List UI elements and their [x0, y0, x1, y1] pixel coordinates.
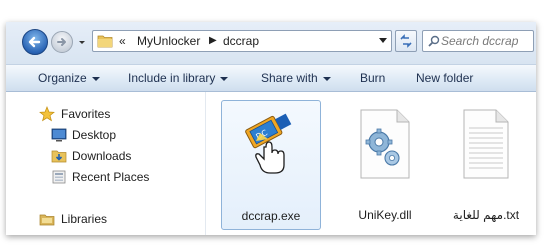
file-name: dccrap.exe	[241, 209, 301, 223]
command-bar: Organize Include in library Share with B…	[6, 64, 536, 92]
file-tile-unikey-dll[interactable]: UniKey.dll	[335, 100, 435, 230]
search-input[interactable]	[441, 33, 529, 49]
refresh-icon	[400, 34, 412, 48]
nav-desktop[interactable]: Desktop	[72, 128, 116, 142]
forward-arrow-icon	[57, 38, 66, 46]
new-folder-button[interactable]: New folder	[416, 71, 473, 85]
folder-icon	[97, 35, 113, 48]
share-label: Share with	[261, 71, 318, 85]
back-arrow-icon	[28, 36, 41, 48]
address-bar-area: « MyUnlocker ▶ dccrap	[6, 22, 536, 64]
text-file-icon	[463, 109, 509, 179]
chevron-down-icon	[220, 76, 229, 81]
downloads-folder-icon	[51, 150, 67, 163]
refresh-button[interactable]	[395, 30, 417, 52]
file-view: DC dccrap.exe UniKey.dll	[206, 92, 536, 235]
file-name: UniKey.dll	[358, 208, 412, 222]
address-dropdown-icon[interactable]	[379, 38, 387, 43]
forward-button[interactable]	[51, 31, 73, 53]
address-box[interactable]: « MyUnlocker ▶ dccrap	[92, 30, 392, 52]
file-tile-dccrap-exe[interactable]: DC dccrap.exe	[221, 100, 321, 230]
back-button[interactable]	[22, 29, 48, 55]
dll-gear-icon	[360, 109, 410, 179]
exe-app-icon: DC	[245, 113, 292, 174]
breadcrumb-myunlocker[interactable]: MyUnlocker	[137, 34, 200, 48]
explorer-window: « MyUnlocker ▶ dccrap Organize Include i…	[6, 22, 536, 235]
burn-button[interactable]: Burn	[360, 71, 385, 85]
include-in-library-button[interactable]: Include in library	[128, 71, 229, 85]
breadcrumb-separator-arrow-icon[interactable]: ▶	[209, 35, 217, 46]
share-with-button[interactable]: Share with	[261, 71, 331, 85]
organize-label: Organize	[38, 71, 87, 85]
search-icon	[428, 35, 440, 47]
chevron-down-icon	[91, 76, 100, 81]
nav-libraries[interactable]: Libraries	[61, 212, 107, 226]
organize-button[interactable]: Organize	[38, 71, 100, 85]
nav-favorites[interactable]: Favorites	[61, 107, 110, 121]
chevron-down-icon	[322, 76, 331, 81]
star-icon	[39, 106, 55, 122]
include-label: Include in library	[128, 71, 216, 85]
recent-places-icon	[52, 170, 66, 184]
desktop-icon	[51, 128, 67, 142]
nav-downloads[interactable]: Downloads	[72, 149, 131, 163]
file-name: مهم للغاية.txt	[452, 208, 520, 222]
libraries-icon	[39, 214, 55, 226]
breadcrumb-overflow[interactable]: «	[119, 34, 126, 48]
search-box[interactable]	[422, 30, 534, 52]
breadcrumb-dccrap[interactable]: dccrap	[223, 34, 259, 48]
navigation-pane: Favorites Desktop Downloads Recent Place…	[6, 92, 206, 235]
nav-recent-places[interactable]: Recent Places	[72, 170, 149, 184]
recent-pages-dropdown-icon[interactable]	[78, 39, 86, 47]
file-tile-txt[interactable]: مهم للغاية.txt	[436, 100, 536, 230]
